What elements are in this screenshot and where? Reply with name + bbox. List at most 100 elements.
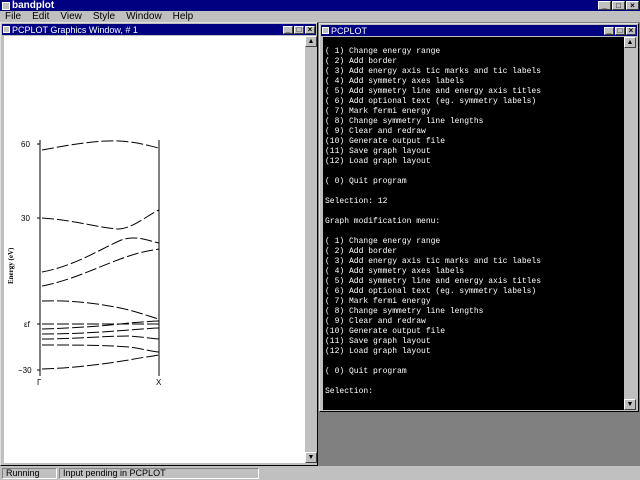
pcplot-maximize-button[interactable]: □ [615,25,625,35]
console-line: (10) Generate output file [325,327,446,336]
app-titlebar: bandplot _ □ × [0,0,640,11]
close-button[interactable]: × [626,1,639,10]
status-running: Running [2,467,57,479]
scroll-down-button[interactable]: ▼ [624,399,636,410]
menu-bar: File Edit View Style Window Help [0,11,640,22]
minimize-icon: _ [602,0,607,10]
app-title: bandplot [12,0,55,11]
console-line: ( 7) Mark fermi energy [325,297,431,306]
arrow-up-icon: ▲ [307,38,315,45]
x-tick-label-x: X [156,378,162,387]
band-structure-plot: 60 30 εf −30 Energy (eV) Γ X [7,140,162,387]
menu-file[interactable]: File [0,11,27,22]
y-tick-label-30: 30 [21,214,30,223]
x-tick-label-gamma: Γ [37,378,42,387]
console-line: (12) Load graph layout [325,157,431,166]
arrow-down-icon: ▼ [626,401,634,408]
console-line: ( 4) Add symmetry axes labels [325,77,465,86]
menu-edit[interactable]: Edit [27,11,55,22]
pcplot-minimize-button[interactable]: _ [604,26,614,35]
band-line [41,327,160,335]
band-line [41,140,160,151]
status-message: Input pending in PCPLOT [59,467,259,479]
menu-style[interactable]: Style [88,11,121,22]
console-line: (11) Save graph layout [325,337,431,346]
console-line: ( 3) Add energy axis tic marks and tic l… [325,67,542,76]
band-plot-canvas: 60 30 εf −30 Energy (eV) Γ X [4,36,305,463]
minimize-button[interactable]: _ [598,1,611,10]
mdi-workspace: PCPLOT Graphics Window, # 1 _ □ × 60 30 … [0,22,640,466]
pcplot-window-title: PCPLOT [331,25,368,36]
fermi-label: εf [24,320,31,329]
arrow-down-icon: ▼ [307,454,315,461]
console-line: Graph modification menu: [325,217,441,226]
menu-window[interactable]: Window [121,11,168,22]
console-line: ( 0) Quit program [325,177,407,186]
console-line: ( 3) Add energy axis tic marks and tic l… [325,257,542,266]
console-line: ( 9) Clear and redraw [325,317,426,326]
band-line [41,209,160,230]
graphics-close-button[interactable]: × [305,24,315,34]
console-line: ( 2) Add border [325,247,398,256]
graphics-minimize-button[interactable]: _ [283,24,293,34]
y-tick-label-neg30: −30 [18,366,32,375]
band-line [41,344,160,353]
console-line: ( 1) Change energy range [325,47,441,56]
console-line: Selection: 12 [325,197,388,206]
console-line: ( 8) Change symmetry line lengths [325,307,484,316]
scroll-down-button[interactable]: ▼ [305,452,317,463]
app-icon[interactable] [2,1,10,10]
console-line: (10) Generate output file [325,137,446,146]
console-line: (12) Load graph layout [325,347,431,356]
energy-axis-title: Energy (eV) [7,247,15,284]
console-line: ( 6) Add optional text (eg. symmetry lab… [325,287,537,296]
graphics-vertical-scrollbar[interactable]: ▲ ▼ [305,36,317,463]
console-line: (11) Save graph layout [325,147,431,156]
band-line [41,300,160,320]
graphics-maximize-button[interactable]: □ [294,24,304,34]
console-line: Selection: [325,387,374,396]
console-line: ( 4) Add symmetry axes labels [325,267,465,276]
console-line: ( 1) Change energy range [325,237,441,246]
console-line: ( 2) Add border [325,57,398,66]
console-line: ( 9) Clear and redraw [325,127,426,136]
minimize-icon: _ [285,24,291,34]
pcplot-window-titlebar[interactable]: PCPLOT _ □ × [321,25,637,36]
graphics-window-icon[interactable] [3,26,10,33]
maximize-button[interactable]: □ [612,1,625,10]
status-bar: Running Input pending in PCPLOT [0,466,640,480]
scroll-up-button[interactable]: ▲ [624,37,636,48]
y-tick-label-60: 60 [21,140,30,149]
menu-help[interactable]: Help [168,11,200,22]
console-line: ( 5) Add symmetry line and energy axis t… [325,277,542,286]
pcplot-text-window: PCPLOT _ □ × ( 1) Change energy range( 2… [319,23,639,412]
pcplot-vertical-scrollbar[interactable]: ▲ ▼ [624,37,636,410]
band-lines [41,140,160,370]
close-icon: × [630,0,635,10]
close-icon: × [307,24,313,34]
maximize-icon: □ [296,24,302,34]
console-line: ( 6) Add optional text (eg. symmetry lab… [325,97,537,106]
console-output[interactable]: ( 1) Change energy range( 2) Add border(… [323,37,624,410]
maximize-icon: □ [616,0,621,10]
graphics-window-title: PCPLOT Graphics Window, # 1 [12,24,138,35]
band-line [41,354,160,370]
band-line [41,320,160,330]
graphics-window-titlebar[interactable]: PCPLOT Graphics Window, # 1 _ □ × [2,24,316,35]
console-line: ( 8) Change symmetry line lengths [325,117,484,126]
pcplot-close-button[interactable]: × [626,26,636,35]
console-line: ( 5) Add symmetry line and energy axis t… [325,87,542,96]
graphics-window: PCPLOT Graphics Window, # 1 _ □ × 60 30 … [0,22,318,466]
menu-view[interactable]: View [55,11,88,22]
pcplot-window-icon[interactable] [322,27,329,34]
console-line: ( 0) Quit program [325,367,407,376]
band-line [41,335,160,340]
maximize-icon: □ [617,25,623,35]
scroll-up-button[interactable]: ▲ [305,36,317,47]
